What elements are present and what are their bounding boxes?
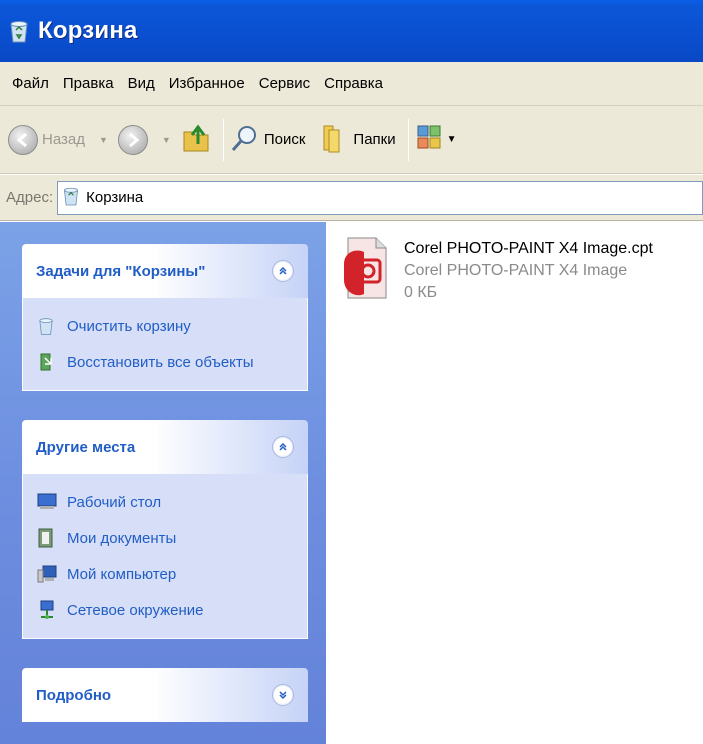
folders-label: Папки [353, 131, 396, 148]
recycle-bin-icon [8, 18, 30, 44]
task-restore-all[interactable]: Восстановить все объекты [37, 344, 293, 380]
window-title: Корзина [38, 17, 138, 44]
places-panel-body: Рабочий стол Мои документы Мой компьютер… [22, 474, 308, 639]
place-network-label: Сетевое окружение [67, 601, 204, 619]
recycle-bin-icon [62, 185, 80, 211]
search-button[interactable]: Поиск [230, 123, 306, 157]
forward-button[interactable] [117, 124, 148, 155]
up-folder-icon [181, 122, 211, 158]
toolbar-separator [222, 118, 224, 161]
forward-arrow-icon [117, 124, 148, 155]
places-panel-header[interactable]: Другие места [22, 420, 308, 474]
menu-view[interactable]: Вид [120, 75, 161, 92]
places-panel: Другие места Рабочий стол Мои документы … [22, 420, 308, 639]
folders-icon [321, 122, 349, 158]
folders-button[interactable]: Папки [321, 122, 396, 158]
empty-bin-icon [37, 316, 55, 336]
address-bar: Адрес: Корзина [0, 175, 703, 221]
back-label: Назад [42, 131, 85, 148]
task-empty-bin[interactable]: Очистить корзину [37, 308, 293, 344]
toolbar-separator [407, 118, 409, 161]
tasks-panel: Задачи для "Корзины" Очистить корзину Во… [22, 244, 308, 391]
place-computer[interactable]: Мой компьютер [37, 556, 293, 592]
back-arrow-icon [8, 124, 38, 155]
address-value: Корзина [86, 189, 144, 206]
file-type: Corel PHOTO-PAINT X4 Image [404, 262, 628, 279]
corel-photo-paint-file-icon [342, 234, 392, 308]
toolbar: Назад ▼ ▼ Поиск Папки ▼ [0, 106, 703, 174]
tasks-panel-title: Задачи для "Корзины" [36, 262, 206, 280]
back-dropdown-icon[interactable]: ▼ [99, 135, 108, 145]
address-field[interactable]: Корзина [57, 180, 703, 215]
tasks-panel-body: Очистить корзину Восстановить все объект… [22, 298, 308, 391]
menu-file[interactable]: Файл [4, 75, 55, 92]
place-documents[interactable]: Мои документы [37, 520, 293, 556]
file-name: Corel PHOTO-PAINT X4 Image.cpt [404, 240, 653, 257]
details-panel-title: Подробно [36, 686, 112, 704]
place-computer-label: Мой компьютер [67, 565, 177, 583]
task-pane: Задачи для "Корзины" Очистить корзину Во… [0, 222, 326, 744]
title-bar[interactable]: Корзина [0, 0, 703, 62]
menu-favorites[interactable]: Избранное [161, 75, 251, 92]
views-button[interactable]: ▼ [415, 123, 457, 157]
forward-dropdown-icon[interactable]: ▼ [162, 135, 171, 145]
file-item[interactable]: Corel PHOTO-PAINT X4 Image.cpt Corel PHO… [342, 234, 653, 308]
collapse-chevron-icon[interactable] [272, 436, 294, 458]
search-label: Поиск [263, 131, 306, 148]
address-label: Адрес: [6, 189, 54, 206]
file-list: Corel PHOTO-PAINT X4 Image.cpt Corel PHO… [326, 222, 703, 744]
network-icon [37, 600, 55, 620]
task-restore-all-label: Восстановить все объекты [67, 353, 254, 371]
collapse-chevron-icon[interactable] [272, 260, 294, 282]
views-icon [415, 123, 445, 157]
place-desktop[interactable]: Рабочий стол [37, 484, 293, 520]
file-size: 0 КБ [404, 284, 438, 301]
documents-icon [37, 528, 55, 548]
menu-edit[interactable]: Правка [55, 75, 120, 92]
up-folder-button[interactable] [181, 122, 211, 158]
menu-help[interactable]: Справка [316, 75, 389, 92]
expand-chevron-icon[interactable] [272, 684, 294, 706]
place-desktop-label: Рабочий стол [67, 493, 162, 511]
details-panel: Подробно [22, 668, 308, 722]
computer-icon [37, 564, 57, 584]
details-panel-header[interactable]: Подробно [22, 668, 308, 722]
search-icon [230, 123, 260, 157]
tasks-panel-header[interactable]: Задачи для "Корзины" [22, 244, 308, 298]
back-button[interactable]: Назад [8, 124, 85, 155]
views-dropdown-icon: ▼ [446, 134, 457, 145]
menu-tools[interactable]: Сервис [251, 75, 316, 92]
place-network[interactable]: Сетевое окружение [37, 592, 293, 628]
restore-icon [37, 352, 55, 372]
place-documents-label: Мои документы [67, 529, 177, 547]
file-info: Corel PHOTO-PAINT X4 Image.cpt Corel PHO… [404, 234, 653, 308]
menu-bar: Файл Правка Вид Избранное Сервис Справка [0, 62, 703, 106]
places-panel-title: Другие места [36, 438, 136, 456]
desktop-icon [37, 492, 57, 512]
task-empty-bin-label: Очистить корзину [67, 317, 191, 335]
